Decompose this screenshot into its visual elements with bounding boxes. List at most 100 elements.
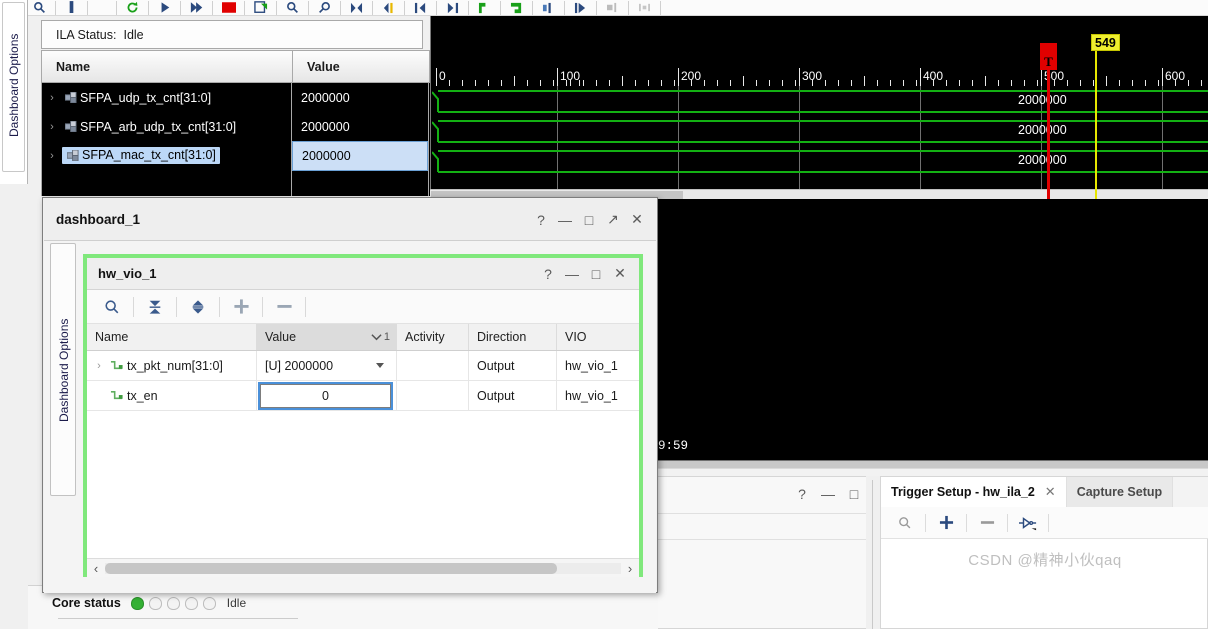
sort-indicator[interactable]: 1: [371, 331, 390, 343]
zoom-out-icon[interactable]: [313, 0, 336, 15]
search-icon[interactable]: [28, 0, 51, 15]
next-transition-icon[interactable]: [441, 0, 464, 15]
dashboard-options-tab-label: Dashboard Options: [57, 318, 71, 423]
tab-trigger-setup[interactable]: Trigger Setup - hw_ila_2 ✕: [881, 477, 1067, 507]
remove-probes-icon[interactable]: [267, 294, 301, 320]
toolbar-separator: [176, 296, 177, 317]
probe-value-cell[interactable]: [U] 2000000: [257, 351, 397, 380]
prev-marker-icon[interactable]: [537, 0, 560, 15]
chevron-down-icon[interactable]: [376, 363, 384, 368]
close-icon[interactable]: ✕: [1045, 484, 1056, 500]
ruler-label-600: 600: [1165, 69, 1186, 83]
cursor-marker-line[interactable]: [1095, 49, 1097, 199]
probe-name-cell[interactable]: tx_en: [87, 381, 257, 410]
bus-transition: [431, 150, 441, 173]
trigger-logic-icon[interactable]: [1012, 510, 1044, 536]
column-header-value[interactable]: Value: [292, 50, 430, 83]
hw-vio-hscrollbar[interactable]: ‹ ›: [87, 558, 639, 577]
help-icon[interactable]: ?: [532, 211, 550, 229]
maximize-icon[interactable]: □: [587, 265, 605, 283]
hscrollbar-thumb[interactable]: [105, 562, 557, 574]
sidebar-tab-dashboard-options[interactable]: Dashboard Options: [0, 0, 28, 184]
dashboard-options-tab[interactable]: Dashboard Options: [50, 243, 76, 496]
remove-marker-icon[interactable]: [505, 0, 528, 15]
expand-arrow-icon[interactable]: ›: [42, 150, 62, 162]
add-probe-icon[interactable]: [930, 510, 962, 536]
waveform-row[interactable]: 2000000: [430, 87, 1208, 117]
column-header-name[interactable]: Name: [41, 50, 292, 83]
expand-arrow-icon[interactable]: ›: [91, 360, 107, 372]
goto-start-icon[interactable]: [377, 0, 400, 15]
minimize-icon[interactable]: —: [819, 485, 837, 503]
zoom-in-icon[interactable]: [281, 0, 304, 15]
hw-vio-panel[interactable]: hw_vio_1 ? — □ ✕ Name Value 1 Activity D…: [83, 254, 643, 577]
close-icon[interactable]: ✕: [611, 265, 629, 283]
search-icon[interactable]: [95, 294, 129, 320]
expand-arrow-icon[interactable]: ›: [42, 121, 62, 133]
table-row[interactable]: › SFPA_arb_udp_tx_cnt[31:0]: [42, 112, 291, 141]
panel-splitter[interactable]: [658, 461, 1208, 468]
measure-icon[interactable]: [60, 0, 83, 15]
column-header-activity[interactable]: Activity: [397, 324, 469, 350]
minimize-icon[interactable]: —: [556, 211, 574, 229]
hw-vio-titlebar[interactable]: hw_vio_1 ? — □ ✕: [87, 258, 639, 290]
collapse-all-icon[interactable]: [138, 294, 172, 320]
probe-name-cell[interactable]: › tx_pkt_num[31:0]: [87, 351, 257, 380]
column-header-name[interactable]: Name: [87, 324, 257, 350]
waveform-value: 2000000: [1018, 123, 1067, 137]
signal-value-cell[interactable]: 2000000: [292, 83, 428, 112]
add-marker-icon[interactable]: [473, 0, 496, 15]
probe-name: tx_en: [127, 388, 158, 403]
scroll-left-icon[interactable]: ‹: [87, 561, 105, 576]
probe-value-input[interactable]: 0: [258, 381, 393, 410]
zoom-fit-icon[interactable]: [345, 0, 368, 15]
search-icon[interactable]: [889, 510, 921, 536]
waveform-value: 2000000: [1018, 93, 1067, 107]
expand-arrow-icon[interactable]: ›: [42, 92, 62, 104]
add-probes-icon[interactable]: [224, 294, 258, 320]
stop-icon[interactable]: [217, 0, 240, 15]
vertical-splitter[interactable]: [872, 480, 873, 629]
minimize-icon[interactable]: —: [563, 265, 581, 283]
table-row[interactable]: › tx_pkt_num[31:0] [U] 2000000 Output hw…: [87, 351, 639, 381]
hscrollbar-track[interactable]: [105, 562, 621, 574]
help-icon[interactable]: ?: [539, 265, 557, 283]
next-marker-icon[interactable]: [569, 0, 592, 15]
signal-value-cell-selected[interactable]: 2000000: [292, 141, 428, 171]
help-icon[interactable]: ?: [793, 485, 811, 503]
float-icon[interactable]: ↗: [604, 211, 622, 229]
maximize-icon[interactable]: □: [580, 211, 598, 229]
tab-capture-setup[interactable]: Capture Setup: [1066, 477, 1174, 507]
table-row[interactable]: › SFPA_udp_tx_cnt[31:0]: [42, 83, 291, 112]
dashboard-titlebar[interactable]: dashboard_1 ? — □ ↗ ✕: [44, 199, 656, 241]
waveform-ruler[interactable]: 0 100 200 300 400 500 600: [430, 64, 1208, 86]
waveform-viewer[interactable]: 0 100 200 300 400 500 600 2000000 200000…: [430, 16, 1208, 199]
probe-value-cell[interactable]: 0: [257, 381, 397, 410]
table-row-selected[interactable]: › SFPA_mac_tx_cnt[31:0]: [42, 141, 291, 170]
column-header-direction[interactable]: Direction: [469, 324, 557, 350]
table-row[interactable]: tx_en 0 Output hw_vio_1: [87, 381, 639, 411]
cursor-marker-label[interactable]: 549: [1091, 34, 1120, 51]
column-header-value[interactable]: Value 1: [257, 324, 397, 350]
run-icon[interactable]: [153, 0, 176, 15]
scroll-right-icon[interactable]: ›: [621, 561, 639, 576]
refresh-icon[interactable]: [121, 0, 144, 15]
expand-all-icon[interactable]: [181, 294, 215, 320]
prev-transition-icon[interactable]: [409, 0, 432, 15]
run-all-icon[interactable]: [185, 0, 208, 15]
column-header-vio[interactable]: VIO: [557, 324, 639, 350]
watermark-text: CSDN @精神小伙qaq: [968, 552, 1122, 569]
remove-probe-icon[interactable]: [971, 510, 1003, 536]
signal-value-cell[interactable]: 2000000: [292, 112, 428, 141]
toolbar-separator: [133, 296, 134, 317]
export-icon[interactable]: [249, 0, 272, 15]
waveform-row[interactable]: 2000000: [430, 147, 1208, 177]
bus-high-line: [438, 150, 1208, 152]
chevron-down-icon: [371, 334, 382, 341]
trigger-marker-flag[interactable]: T: [1040, 43, 1057, 70]
maximize-icon[interactable]: □: [845, 485, 863, 503]
waveform-row[interactable]: 2000000: [430, 117, 1208, 147]
close-icon[interactable]: ✕: [628, 211, 646, 229]
probe-direction-cell: Output: [469, 381, 557, 410]
dashboard-window[interactable]: dashboard_1 ? — □ ↗ ✕ Dashboard Options …: [42, 197, 658, 593]
